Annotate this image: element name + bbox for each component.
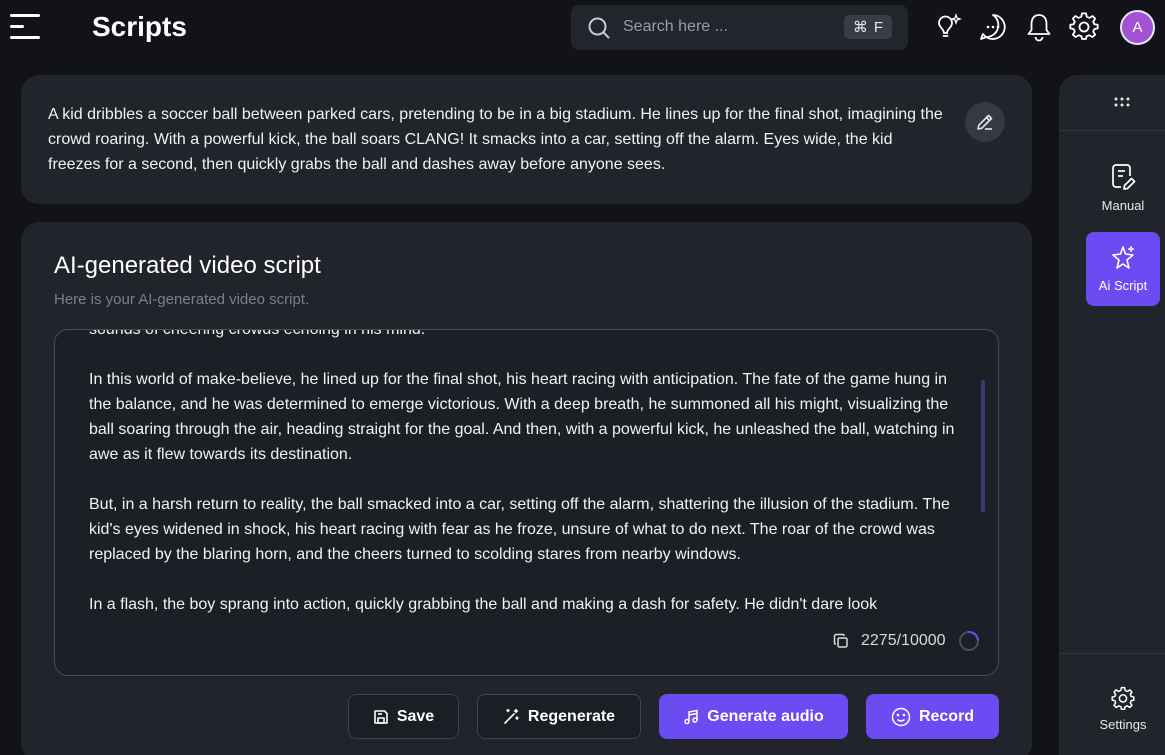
divider (1059, 653, 1165, 654)
script-subtitle: Here is your AI-generated video script. (54, 291, 310, 308)
char-count: 2275/10000 (861, 632, 946, 649)
search-box[interactable]: ⌘ F (571, 5, 908, 50)
script-paragraph: sounds of cheering crowds echoing in his… (89, 329, 426, 338)
search-shortcut-badge: ⌘ F (844, 15, 892, 39)
magic-wand-icon (504, 708, 519, 724)
char-usage-ring-icon (958, 630, 980, 652)
gear-icon (1111, 686, 1135, 710)
right-sidebar: Manual Ai Script Settings (1059, 75, 1165, 755)
divider (1059, 130, 1165, 131)
sparkle-icon (1112, 245, 1135, 269)
sidebar-item-label: Manual (1101, 198, 1145, 213)
sidebar-item-label: Ai Script (1098, 278, 1148, 293)
bell-icon[interactable] (1024, 12, 1054, 42)
avatar[interactable]: A (1120, 10, 1155, 45)
search-icon (587, 16, 611, 40)
gear-icon[interactable] (1069, 12, 1099, 42)
generate-audio-button[interactable]: Generate audio (659, 694, 848, 739)
record-icon (891, 707, 911, 726)
regenerate-label: Regenerate (527, 707, 616, 725)
record-label: Record (918, 707, 975, 725)
script-paragraph: In this world of make-believe, he lined … (89, 371, 955, 463)
copy-icon[interactable] (833, 633, 849, 649)
save-button[interactable]: Save (348, 694, 459, 739)
command-key-icon: ⌘ (852, 19, 868, 36)
character-counter: 2275/10000 (827, 629, 986, 653)
edit-prompt-button[interactable] (965, 102, 1005, 142)
top-bar: Scripts ⌘ F (0, 0, 1165, 56)
prompt-text: A kid dribbles a soccer ball between par… (48, 106, 943, 173)
grip-dots-icon[interactable] (1113, 95, 1133, 111)
save-icon (374, 709, 388, 724)
script-content[interactable]: sounds of cheering crowds echoing in his… (89, 329, 959, 642)
music-note-icon (684, 709, 698, 724)
menu-icon[interactable] (10, 14, 44, 40)
record-button[interactable]: Record (866, 694, 999, 739)
chat-icon[interactable] (978, 12, 1008, 42)
sidebar-item-manual[interactable]: Manual (1086, 151, 1160, 225)
script-editor[interactable]: sounds of cheering crowds echoing in his… (54, 329, 999, 676)
sidebar-item-label: Settings (1099, 717, 1147, 732)
script-paragraph: But, in a harsh return to reality, the b… (89, 496, 950, 563)
sidebar-item-ai-script[interactable]: Ai Script (1086, 232, 1160, 306)
note-edit-icon (1112, 164, 1136, 190)
sidebar-item-settings[interactable]: Settings (1086, 672, 1160, 746)
save-label: Save (396, 707, 435, 725)
pencil-icon (977, 114, 993, 130)
shortcut-key: F (873, 18, 884, 36)
search-input[interactable] (623, 13, 823, 41)
prompt-card: A kid dribbles a soccer ball between par… (21, 75, 1032, 204)
script-card: AI-generated video script Here is your A… (21, 222, 1032, 755)
page-title: Scripts (92, 11, 187, 42)
generate-audio-label: Generate audio (707, 707, 824, 725)
script-title: AI-generated video script (54, 252, 321, 279)
scrollbar[interactable] (981, 380, 985, 512)
lightbulb-icon[interactable] (932, 12, 962, 42)
script-paragraph: In a flash, the boy sprang into action, … (89, 596, 878, 613)
regenerate-button[interactable]: Regenerate (477, 694, 641, 739)
